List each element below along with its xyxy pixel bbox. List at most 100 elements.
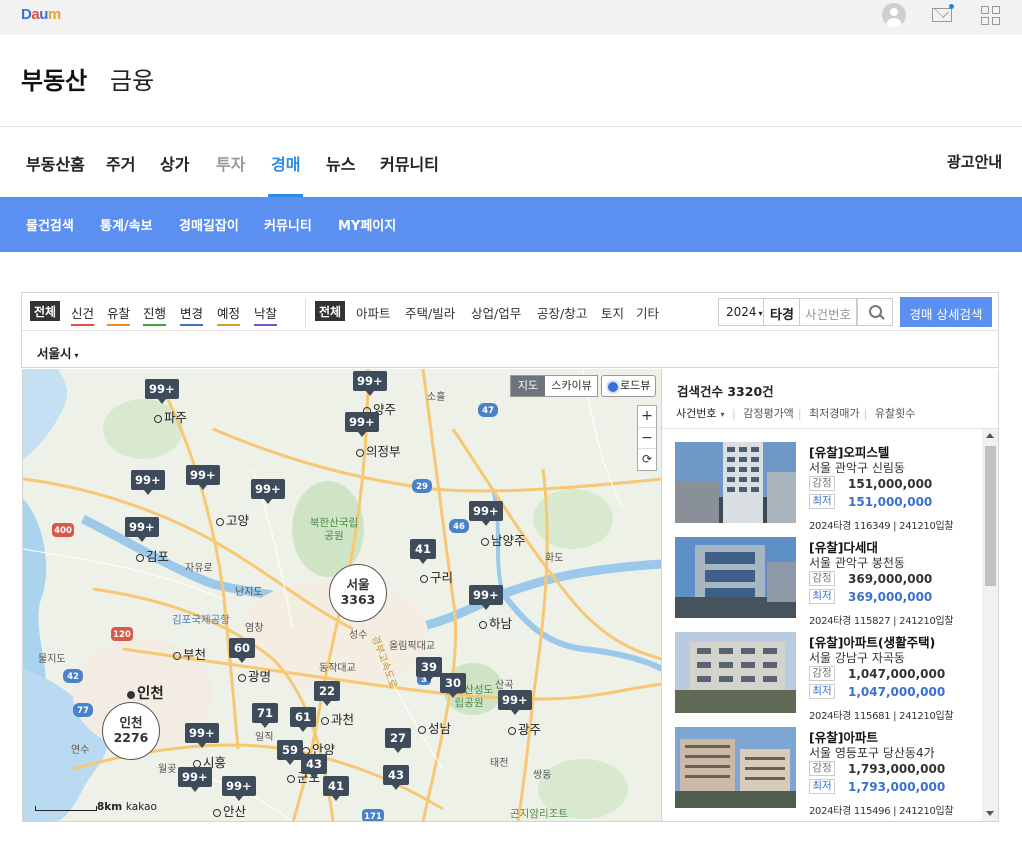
gnb-auction[interactable]: 경매	[271, 151, 300, 175]
min-price-label: 최저	[809, 494, 835, 509]
status-filter-scheduled[interactable]: 예정	[217, 303, 241, 326]
region-cluster-seoul[interactable]: 서울 3363	[329, 564, 387, 622]
zoom-in-button[interactable]: +	[638, 406, 656, 427]
lnb-item-guide[interactable]: 경매길잡이	[179, 215, 239, 234]
gnb-invest[interactable]: 투자	[216, 151, 245, 175]
result-panel: 검색건수 3320건 사건번호 ▾ | 감정평가액 | 최저경매가 | 유찰횟수 [유…	[661, 369, 999, 822]
gnb-home[interactable]: 부동산홈	[26, 151, 85, 175]
map-cluster-marker[interactable]: 30	[440, 673, 466, 698]
map-cluster-marker[interactable]: 22	[314, 681, 340, 706]
map-cluster-marker[interactable]: 99+	[353, 371, 387, 396]
search-icon[interactable]	[857, 298, 893, 326]
lnb-item-community[interactable]: 커뮤니티	[264, 215, 312, 234]
type-filter-etc[interactable]: 기타	[636, 303, 659, 322]
map-cluster-marker[interactable]: 99+	[469, 501, 503, 526]
daum-logo[interactable]: Daum	[21, 6, 61, 23]
appraisal-label: 감정	[809, 571, 835, 586]
zoom-out-button[interactable]: −	[638, 427, 656, 448]
status-filter-all[interactable]: 전체	[30, 301, 61, 321]
map-cluster-marker[interactable]: 99+	[185, 723, 219, 748]
map-cluster-marker[interactable]: 99+	[131, 470, 165, 495]
status-filter-sold[interactable]: 낙찰	[254, 303, 278, 326]
gnb-community[interactable]: 커뮤니티	[380, 151, 439, 175]
scrollbar-thumb[interactable]	[985, 446, 996, 586]
map-cluster-marker[interactable]: 99+	[498, 690, 532, 715]
status-filter-progress[interactable]: 진행	[143, 303, 167, 326]
map-cluster-marker[interactable]: 27	[385, 728, 411, 753]
gnb-news[interactable]: 뉴스	[326, 151, 355, 175]
reset-icon[interactable]: ⟳	[638, 448, 656, 469]
place-label: 김포	[136, 546, 169, 565]
property-photo	[675, 632, 796, 713]
svg-text:29: 29	[416, 482, 428, 492]
min-price-label: 최저	[809, 684, 835, 699]
region-select[interactable]: 서울시 ▾	[37, 343, 79, 362]
type-filter-land[interactable]: 토지	[601, 303, 624, 322]
type-filter-all[interactable]: 전체	[315, 301, 346, 321]
map-cluster-marker[interactable]: 59	[277, 740, 303, 765]
auction-map[interactable]: 47 29 46 400 120 42 77 171 3 양주 의정부 파주 고…	[22, 369, 661, 822]
appraisal-value: 1,047,000,000	[848, 667, 946, 681]
item-meta: 2024타경 115496 | 241210입찰	[809, 806, 954, 817]
type-filter-house[interactable]: 주택/빌라	[405, 303, 455, 322]
gnb-commercial[interactable]: 상가	[160, 151, 189, 175]
map-cluster-marker[interactable]: 99+	[145, 379, 179, 404]
service-subtitle[interactable]: 금융	[110, 61, 154, 96]
map-cluster-marker[interactable]: 99+	[251, 479, 285, 504]
map-cluster-marker[interactable]: 99+	[345, 412, 379, 437]
scroll-up-icon[interactable]	[986, 433, 994, 438]
list-item[interactable]: [유찰]오피스텔 서울 관악구 신림동 감정 151,000,000 최저 15…	[675, 442, 975, 532]
place-label: 고양	[216, 510, 249, 529]
year-select[interactable]: 2024 ▾	[718, 298, 764, 326]
app-grid-icon[interactable]	[981, 6, 1000, 25]
map-cluster-marker[interactable]: 41	[323, 776, 349, 801]
type-filter-apartment[interactable]: 아파트	[356, 303, 391, 322]
court-prefix: 타경	[764, 298, 800, 326]
map-scale: 8km kakao	[97, 801, 157, 813]
lnb-item-mypage[interactable]: MY페이지	[338, 215, 396, 234]
service-title[interactable]: 부동산	[21, 61, 87, 96]
status-filter-failed[interactable]: 유찰	[107, 303, 131, 326]
sort-appraisal[interactable]: 감정평가액	[743, 407, 794, 420]
skyview-button[interactable]: 스카이뷰	[545, 376, 598, 396]
user-avatar-icon[interactable]	[882, 3, 906, 27]
type-filter-commercial[interactable]: 상업/업무	[471, 303, 521, 322]
map-cluster-marker[interactable]: 39	[416, 657, 442, 682]
map-cluster-marker[interactable]: 41	[410, 539, 436, 564]
mail-notification-dot	[949, 4, 954, 9]
sort-min-price[interactable]: 최저경매가	[809, 407, 860, 420]
min-price-value: 1,047,000,000	[848, 685, 946, 699]
map-cluster-marker[interactable]: 43	[383, 765, 409, 790]
type-filter-factory[interactable]: 공장/창고	[537, 303, 587, 322]
map-cluster-marker[interactable]: 99+	[469, 585, 503, 610]
lnb-item-search[interactable]: 물건검색	[26, 215, 74, 234]
gnb-residence[interactable]: 주거	[106, 151, 135, 175]
map-view-button[interactable]: 지도	[511, 376, 545, 396]
list-item[interactable]: [유찰]아파트(생활주택) 서울 강남구 자곡동 감정 1,047,000,00…	[675, 632, 975, 722]
list-item[interactable]: [유찰]아파트 서울 영등포구 당산동4가 감정 1,793,000,000 최…	[675, 727, 975, 817]
place-label: 과천	[321, 709, 354, 728]
status-filter-new[interactable]: 신건	[71, 303, 95, 326]
roadview-button[interactable]: 로드뷰	[601, 375, 656, 397]
ad-info-link[interactable]: 광고안내	[947, 151, 1002, 172]
map-cluster-marker[interactable]: 61	[290, 707, 316, 732]
property-photo	[675, 442, 796, 523]
map-cluster-marker[interactable]: 71	[252, 703, 278, 728]
detail-search-button[interactable]: 경매 상세검색	[900, 297, 992, 327]
sort-fail-count[interactable]: 유찰횟수	[875, 407, 915, 420]
map-cluster-marker[interactable]: 99+	[178, 767, 212, 792]
status-filter-changed[interactable]: 변경	[180, 303, 204, 326]
map-cluster-marker[interactable]: 43	[301, 754, 327, 779]
map-cluster-marker[interactable]: 99+	[125, 517, 159, 542]
place-label: 곤지암리조트	[510, 808, 568, 820]
sort-case-number[interactable]: 사건번호	[676, 407, 716, 420]
mail-icon[interactable]	[932, 8, 952, 22]
lnb-item-stats[interactable]: 통계/속보	[100, 215, 153, 234]
region-cluster-incheon[interactable]: 인천 2276	[102, 702, 160, 760]
scroll-down-icon[interactable]	[986, 811, 994, 816]
map-cluster-marker[interactable]: 99+	[222, 776, 256, 801]
map-cluster-marker[interactable]: 99+	[186, 465, 220, 490]
case-number-input[interactable]: 사건번호	[800, 298, 857, 326]
map-cluster-marker[interactable]: 60	[229, 638, 255, 663]
list-item[interactable]: [유찰]다세대 서울 관악구 봉천동 감정 369,000,000 최저 369…	[675, 537, 975, 627]
